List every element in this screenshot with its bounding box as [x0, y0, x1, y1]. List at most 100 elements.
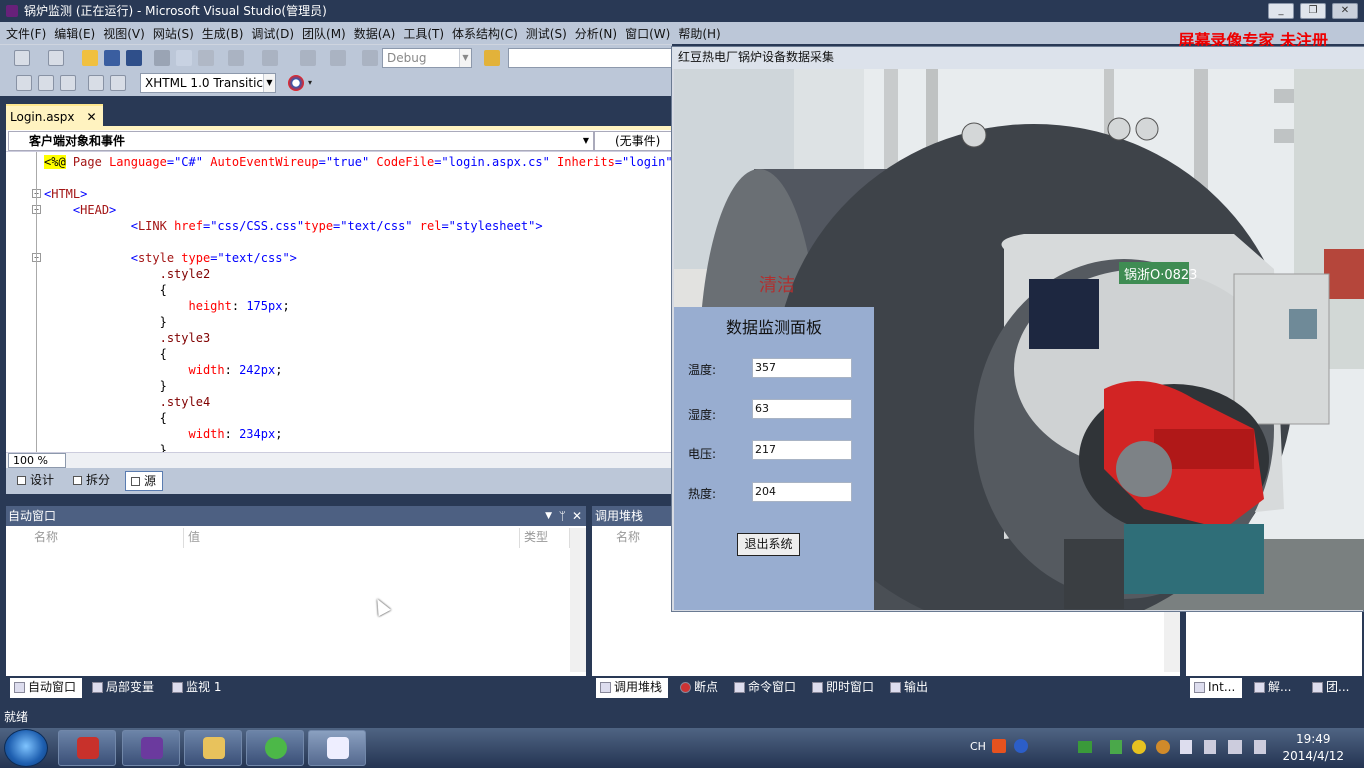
callstack-scrollbar[interactable]: [1164, 612, 1180, 672]
shield-icon[interactable]: [1110, 740, 1122, 754]
input-language[interactable]: CH: [970, 740, 986, 753]
uncomment-icon[interactable]: [110, 75, 126, 91]
column-value[interactable]: 值: [184, 528, 520, 548]
outdent-icon[interactable]: [60, 75, 76, 91]
undo-icon[interactable]: [228, 50, 244, 66]
save-icon[interactable]: [104, 50, 120, 66]
save-all-icon[interactable]: [126, 50, 142, 66]
copy-icon[interactable]: [176, 50, 192, 66]
visual-studio-icon: [6, 5, 18, 17]
open-folder-icon[interactable]: [82, 50, 98, 66]
volume-icon[interactable]: [1254, 740, 1266, 754]
client-objects-select[interactable]: 客户端对象和事件 ▼: [8, 131, 594, 151]
network-icon[interactable]: [1078, 741, 1092, 753]
taskbar-app-red[interactable]: [58, 730, 116, 766]
menu-team[interactable]: 团队(M): [302, 25, 354, 42]
taskbar-explorer[interactable]: [184, 730, 242, 766]
taskbar-monitor-app[interactable]: [308, 730, 366, 766]
close-icon[interactable]: ✕: [572, 506, 582, 526]
menu-help[interactable]: 帮助(H): [678, 25, 728, 42]
menu-data[interactable]: 数据(A): [354, 25, 404, 42]
navigate-backward-icon[interactable]: [300, 50, 316, 66]
autos-scrollbar[interactable]: [570, 528, 586, 672]
code-line-15: }: [44, 379, 167, 393]
tab-breakpoints[interactable]: 断点: [676, 678, 718, 698]
voltage-input[interactable]: 217: [752, 440, 852, 460]
pin-icon[interactable]: ᛘ: [559, 506, 566, 526]
redo-icon[interactable]: [262, 50, 278, 66]
column-type[interactable]: 类型: [520, 528, 570, 548]
plus-icon[interactable]: [1132, 740, 1146, 754]
zoom-select[interactable]: 100 %: [8, 453, 66, 468]
tab-immediate-window[interactable]: 即时窗口: [808, 678, 874, 698]
comment-icon[interactable]: [88, 75, 104, 91]
events-select[interactable]: (无事件): [594, 131, 672, 151]
indent-icon[interactable]: [38, 75, 54, 91]
start-debug-icon[interactable]: [362, 50, 378, 66]
menu-edit[interactable]: 编辑(E): [54, 25, 103, 42]
find-in-files-icon[interactable]: [484, 50, 500, 66]
callstack-column-name[interactable]: 名称: [596, 528, 672, 548]
cut-icon[interactable]: [154, 50, 170, 66]
add-item-icon[interactable]: [48, 50, 64, 66]
menu-debug[interactable]: 调试(D): [251, 25, 302, 42]
menu-view[interactable]: 视图(V): [103, 25, 153, 42]
taskbar-visual-studio[interactable]: [122, 730, 180, 766]
tab-command-window[interactable]: 命令窗口: [730, 678, 796, 698]
menu-website[interactable]: 网站(S): [153, 25, 202, 42]
temperature-input[interactable]: 357: [752, 358, 852, 378]
split-view-button[interactable]: 拆分: [68, 471, 116, 491]
menu-analyze[interactable]: 分析(N): [575, 25, 625, 42]
check-accessibility-icon[interactable]: [288, 75, 304, 91]
start-button[interactable]: [4, 729, 48, 767]
doctype-select[interactable]: XHTML 1.0 Transitic ▼: [140, 73, 276, 93]
tab-call-stack[interactable]: 调用堆栈: [596, 678, 668, 698]
code-line-17: {: [44, 411, 167, 425]
heat-input[interactable]: 204: [752, 482, 852, 502]
minimize-button[interactable]: _: [1268, 3, 1294, 19]
tab-solution-explorer[interactable]: 解...: [1250, 678, 1291, 698]
menu-test[interactable]: 测试(S): [526, 25, 575, 42]
menu-window[interactable]: 窗口(W): [625, 25, 678, 42]
menu-build[interactable]: 生成(B): [202, 25, 252, 42]
tab-watch-1[interactable]: 监视 1: [168, 678, 221, 698]
chevron-down-icon[interactable]: ▾: [308, 78, 316, 88]
clock[interactable]: 19:49 2014/4/12: [1282, 731, 1344, 765]
usb-icon[interactable]: [1204, 740, 1216, 754]
format-icon[interactable]: [16, 75, 32, 91]
paste-icon[interactable]: [198, 50, 214, 66]
code-line-18: width: 234px;: [188, 427, 283, 441]
wall-sign-text: 清洁: [759, 275, 795, 296]
menu-file[interactable]: 文件(F): [6, 25, 54, 42]
close-tab-icon[interactable]: ✕: [86, 106, 96, 128]
chevron-down-icon[interactable]: ▼: [545, 506, 552, 526]
autos-panel-header: 自动窗口 ▼ ᛘ ✕: [6, 506, 586, 526]
code-editor[interactable]: <%@ Page Language="C#" AutoEventWireup="…: [6, 152, 672, 452]
tab-autos[interactable]: 自动窗口: [10, 678, 82, 698]
new-project-icon[interactable]: [14, 50, 30, 66]
solution-config-select[interactable]: Debug ▼: [382, 48, 472, 68]
taskbar-refresh-app[interactable]: [246, 730, 304, 766]
qq-icon[interactable]: [1156, 740, 1170, 754]
design-view-button[interactable]: 设计: [12, 471, 60, 491]
tab-locals[interactable]: 局部变量: [88, 678, 154, 698]
source-view-button[interactable]: 源: [125, 471, 164, 491]
tab-login-aspx[interactable]: Login.aspx ✕: [6, 104, 103, 126]
maximize-button[interactable]: ❐: [1300, 3, 1326, 19]
flag-icon[interactable]: [1180, 740, 1192, 754]
tab-output[interactable]: 输出: [886, 678, 928, 698]
navigate-forward-icon[interactable]: [330, 50, 346, 66]
humidity-input[interactable]: 63: [752, 399, 852, 419]
find-combo[interactable]: [508, 48, 672, 68]
tab-team-explorer[interactable]: 团...: [1308, 678, 1349, 698]
help-icon[interactable]: [1014, 739, 1028, 753]
sogou-icon[interactable]: [992, 739, 1006, 753]
exit-system-button[interactable]: 退出系统: [737, 533, 800, 556]
display-icon[interactable]: [1228, 740, 1242, 754]
menu-tools[interactable]: 工具(T): [403, 25, 452, 42]
close-button[interactable]: ✕: [1332, 3, 1358, 19]
menu-architecture[interactable]: 体系结构(C): [452, 25, 526, 42]
code-line-3: <HTML>: [44, 187, 88, 201]
column-name[interactable]: 名称: [14, 528, 184, 548]
tab-internet-explorer[interactable]: Int...: [1190, 678, 1242, 698]
